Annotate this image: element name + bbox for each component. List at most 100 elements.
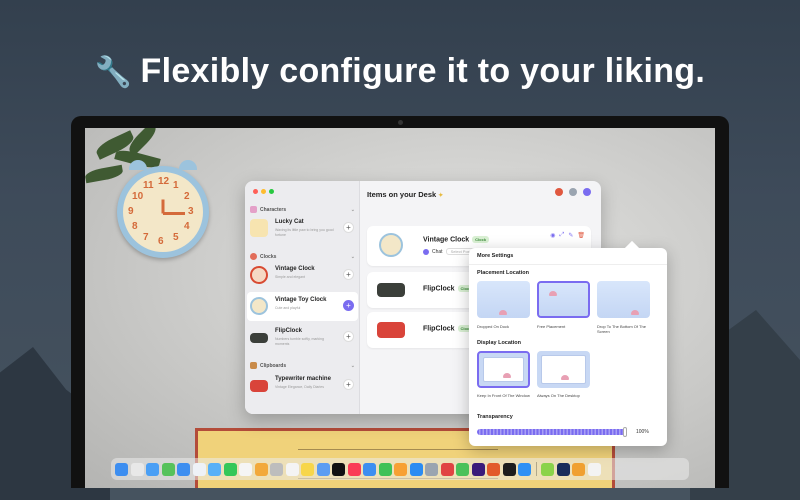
dock-app-icon[interactable] [254,462,268,476]
transparency-slider-knob[interactable] [623,427,627,437]
mascot-icon[interactable] [555,188,563,196]
expand-icon[interactable]: ⤢ [560,232,565,239]
wrench-icon: 🔧 [94,56,133,89]
dock-app-icon[interactable] [518,462,531,476]
transparency-value: 100% [636,429,649,435]
dock-app-icon[interactable] [394,462,407,476]
dock-app-icon[interactable] [239,462,252,476]
placement-option-dock[interactable] [477,281,530,318]
section-clocks[interactable]: Clocks ⌄ [250,253,355,260]
help-icon[interactable] [583,188,591,196]
display-option-front[interactable] [477,351,530,388]
chevron-down-icon: ⌄ [350,206,355,213]
dock-app-icon[interactable] [161,462,175,476]
clock-numeral: 9 [128,206,134,217]
display-option-desktop[interactable] [537,351,590,388]
desktop-wall-clock[interactable]: 12 1 2 3 4 5 6 7 8 9 10 11 [117,160,209,258]
add-button[interactable]: + [343,269,354,280]
dock-app-icon[interactable] [440,462,454,476]
trash-icon[interactable]: 🗑 [577,232,585,239]
clock-section-icon [250,253,257,260]
headline: 🔧 Flexibly configure it to your liking. [0,52,800,91]
sidebar-item-lucky-cat[interactable]: Lucky Cat Waving its little paw to bring… [247,214,358,243]
wrench-small-icon[interactable]: ✎ [568,232,573,239]
flipclock-thumbnail [250,333,268,343]
headline-text: Flexibly configure it to your liking. [140,52,706,90]
eye-icon[interactable]: ◉ [550,232,555,239]
dock-app-icon[interactable] [363,462,376,476]
card-actions: ◉ ⤢ ✎ 🗑 [550,232,585,239]
clock-hand [161,199,165,214]
card-thumbnail [377,322,405,338]
dock-app-icon[interactable] [208,462,221,476]
zoom-button[interactable] [269,189,274,194]
clipboard-section-icon [250,362,257,369]
dock-app-icon[interactable] [502,462,516,476]
clock-numeral: 5 [173,231,179,243]
clock-numeral: 7 [143,231,149,243]
dock [111,458,689,480]
sidebar-item-vintage-toy-clock[interactable]: Vintage Toy Clock Cute and playful + [247,292,358,321]
dock-app-icon[interactable] [572,462,585,476]
close-button[interactable] [253,189,258,194]
dock-app-icon[interactable] [115,462,128,476]
add-button[interactable]: + [343,379,354,390]
chevron-down-icon: ⌄ [350,253,355,260]
clock-numeral: 3 [188,206,194,217]
dock-app-icon[interactable] [192,462,206,476]
type-badge: Clock [472,236,490,243]
desktop-screen: 12 1 2 3 4 5 6 7 8 9 10 11 Characters ⌄ Lucky Cat W [85,128,715,488]
add-button[interactable]: + [343,300,354,311]
dock-app-icon[interactable] [556,462,570,476]
sidebar: Characters ⌄ Lucky Cat Waving its little… [245,181,360,414]
placement-option-free[interactable] [537,281,590,318]
dock-app-icon[interactable] [301,462,314,476]
dock-app-icon[interactable] [146,462,159,476]
dock-app-icon[interactable] [223,462,237,476]
add-button[interactable]: + [343,331,354,342]
dock-separator [535,462,537,476]
dock-app-icon[interactable] [471,462,485,476]
dock-app-icon[interactable] [425,462,438,476]
checkbox-icon[interactable] [423,248,429,255]
dock-app-icon[interactable] [177,462,190,476]
card-thumbnail [379,233,403,257]
tools-icon[interactable] [569,188,577,196]
add-button[interactable]: + [343,222,354,233]
sidebar-item-vintage-clock[interactable]: Vintage Clock Simple and elegant + [247,261,358,290]
typewriter-thumbnail [250,380,268,392]
dock-app-icon[interactable] [587,462,601,476]
dock-app-icon[interactable] [456,462,469,476]
dock-app-icon[interactable] [347,462,361,476]
laptop-frame: 12 1 2 3 4 5 6 7 8 9 10 11 Characters ⌄ Lucky Cat W [71,116,729,488]
clock-numeral: 6 [158,236,164,247]
dock-app-icon[interactable] [270,462,283,476]
dock-app-icon[interactable] [130,462,144,476]
card-thumbnail [377,283,405,297]
lucky-cat-thumbnail [250,219,268,237]
main-title: Items on your Desk ✦ [367,190,444,199]
placement-option-bottom[interactable] [597,281,650,318]
dock-app-icon[interactable] [487,462,500,476]
clock-numeral: 10 [132,191,144,202]
dock-app-icon[interactable] [332,462,345,476]
dock-app-icon[interactable] [541,462,554,476]
sidebar-item-typewriter[interactable]: Typewriter machine Vintage Elegance, Dai… [247,371,358,400]
clock-numeral: 11 [143,180,154,192]
dock-app-icon[interactable] [378,462,392,476]
toy-clock-thumbnail [250,297,268,315]
sidebar-item-flipclock[interactable]: FlipClock Numbers tumble softly, marking… [247,323,358,352]
dock-app-icon[interactable] [409,462,423,476]
dock-app-icon[interactable] [285,462,299,476]
transparency-slider[interactable] [477,429,627,435]
minimize-button[interactable] [261,189,266,194]
chevron-down-icon: ⌄ [350,362,355,369]
clock-numeral: 8 [132,221,138,232]
clock-numeral: 12 [158,176,170,187]
section-clipboards[interactable]: Clipboards ⌄ [250,362,355,369]
sparkle-icon: ✦ [438,193,444,199]
more-settings-popover: More Settings Placement Location Dropped… [469,248,667,446]
dock-app-icon[interactable] [316,462,330,476]
section-characters[interactable]: Characters ⌄ [250,206,355,213]
characters-icon [250,206,257,213]
